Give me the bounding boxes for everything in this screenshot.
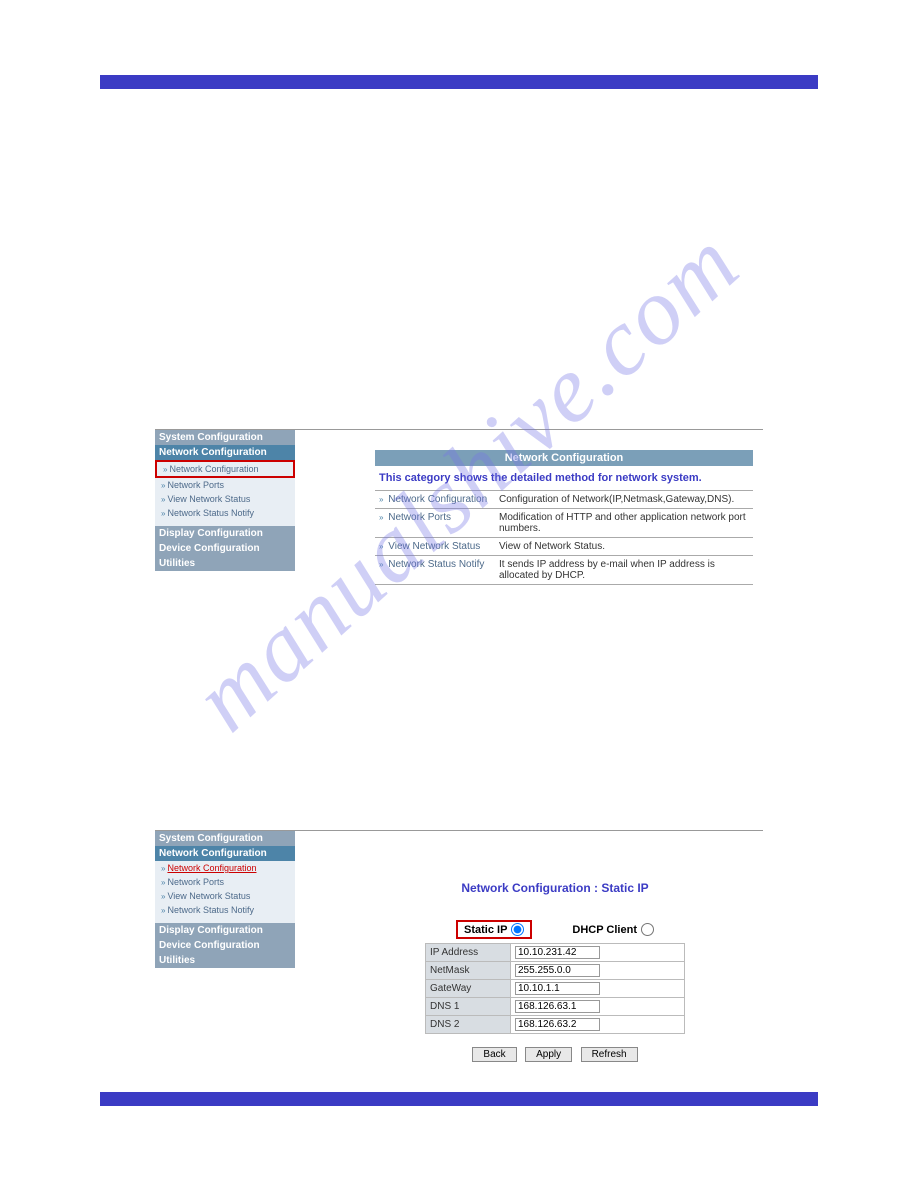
- screenshot-2: System Configuration Network Configurati…: [155, 830, 763, 1072]
- field-label: NetMask: [426, 962, 511, 980]
- sidebar-item-label: Network Status Notify: [167, 905, 254, 915]
- ip-address-input[interactable]: [515, 946, 600, 959]
- static-ip-radio[interactable]: [511, 923, 524, 936]
- sidebar-item-label: Network Configuration: [167, 863, 256, 873]
- field-label: GateWay: [426, 980, 511, 998]
- back-button[interactable]: Back: [472, 1047, 516, 1062]
- radio-static-ip[interactable]: Static IP: [456, 920, 532, 939]
- sidebar-item-label: View Network Status: [167, 891, 250, 901]
- chevron-icon: »: [161, 509, 165, 518]
- table-desc: It sends IP address by e-mail when IP ad…: [495, 556, 753, 585]
- table-row: DNS 1: [426, 998, 685, 1016]
- gateway-input[interactable]: [515, 982, 600, 995]
- table-row: » Network Ports Modification of HTTP and…: [375, 509, 753, 538]
- dhcp-client-radio[interactable]: [641, 923, 654, 936]
- table-link[interactable]: » Network Configuration: [375, 491, 495, 509]
- sidebar-header-device[interactable]: Device Configuration: [155, 938, 295, 953]
- content-subtitle: This category shows the detailed method …: [375, 466, 753, 490]
- sidebar-header-display[interactable]: Display Configuration: [155, 526, 295, 541]
- apply-button[interactable]: Apply: [525, 1047, 572, 1062]
- config-panel: Network Configuration : Static IP Static…: [295, 831, 695, 1072]
- table-row: » Network Configuration Configuration of…: [375, 491, 753, 509]
- chevron-icon: »: [161, 906, 165, 915]
- sidebar-item-label: Network Status Notify: [167, 508, 254, 518]
- sidebar-header-network[interactable]: Network Configuration: [155, 445, 295, 460]
- button-row: Back Apply Refresh: [425, 1044, 685, 1062]
- sidebar-2: System Configuration Network Configurati…: [155, 831, 295, 1072]
- sidebar-item-view-status[interactable]: » View Network Status: [155, 889, 295, 903]
- content-table: » Network Configuration Configuration of…: [375, 490, 753, 585]
- chevron-icon: »: [163, 465, 167, 474]
- sidebar-item-status-notify[interactable]: » Network Status Notify: [155, 903, 295, 917]
- sidebar-header-utilities[interactable]: Utilities: [155, 953, 295, 968]
- content-area-1: Network Configuration This category show…: [295, 430, 763, 600]
- table-row: GateWay: [426, 980, 685, 998]
- chevron-icon: »: [161, 892, 165, 901]
- table-row: NetMask: [426, 962, 685, 980]
- sidebar-1: System Configuration Network Configurati…: [155, 430, 295, 600]
- table-desc: View of Network Status.: [495, 538, 753, 556]
- radio-options: Static IP DHCP Client: [425, 920, 685, 939]
- sidebar-item-network-ports[interactable]: » Network Ports: [155, 875, 295, 889]
- dns2-input[interactable]: [515, 1018, 600, 1031]
- table-desc: Modification of HTTP and other applicati…: [495, 509, 753, 538]
- table-link[interactable]: » View Network Status: [375, 538, 495, 556]
- sidebar-item-label: Network Ports: [167, 480, 224, 490]
- radio-dhcp-client[interactable]: DHCP Client: [572, 923, 654, 936]
- sidebar-item-network-ports[interactable]: » Network Ports: [155, 478, 295, 492]
- sidebar-item-view-status[interactable]: » View Network Status: [155, 492, 295, 506]
- sidebar-header-system[interactable]: System Configuration: [155, 831, 295, 846]
- sidebar-header-utilities[interactable]: Utilities: [155, 556, 295, 571]
- table-row: DNS 2: [426, 1016, 685, 1034]
- table-desc: Configuration of Network(IP,Netmask,Gate…: [495, 491, 753, 509]
- field-label: IP Address: [426, 944, 511, 962]
- radio-label: Static IP: [464, 924, 507, 936]
- sidebar-header-network[interactable]: Network Configuration: [155, 846, 295, 861]
- sidebar-item-status-notify[interactable]: » Network Status Notify: [155, 506, 295, 520]
- sidebar-item-label: Network Configuration: [169, 464, 258, 474]
- config-table: IP Address NetMask GateWay DNS 1 DNS 2: [425, 943, 685, 1034]
- config-title: Network Configuration : Static IP: [425, 881, 685, 895]
- table-row: » View Network Status View of Network St…: [375, 538, 753, 556]
- table-row: » Network Status Notify It sends IP addr…: [375, 556, 753, 585]
- chevron-icon: »: [161, 481, 165, 490]
- sidebar-item-label: Network Ports: [167, 877, 224, 887]
- sidebar-item-network-config[interactable]: » Network Configuration: [155, 861, 295, 875]
- dns1-input[interactable]: [515, 1000, 600, 1013]
- sidebar-item-network-config[interactable]: » Network Configuration: [155, 460, 295, 478]
- netmask-input[interactable]: [515, 964, 600, 977]
- field-label: DNS 2: [426, 1016, 511, 1034]
- field-label: DNS 1: [426, 998, 511, 1016]
- sidebar-header-system[interactable]: System Configuration: [155, 430, 295, 445]
- page-top-bar: [100, 75, 818, 89]
- chevron-icon: »: [161, 495, 165, 504]
- sidebar-header-device[interactable]: Device Configuration: [155, 541, 295, 556]
- content-title: Network Configuration: [375, 450, 753, 466]
- chevron-icon: »: [161, 864, 165, 873]
- table-link[interactable]: » Network Status Notify: [375, 556, 495, 585]
- sidebar-item-label: View Network Status: [167, 494, 250, 504]
- page-bottom-bar: [100, 1092, 818, 1106]
- radio-label: DHCP Client: [572, 924, 637, 936]
- table-link[interactable]: » Network Ports: [375, 509, 495, 538]
- sidebar-header-display[interactable]: Display Configuration: [155, 923, 295, 938]
- refresh-button[interactable]: Refresh: [581, 1047, 638, 1062]
- chevron-icon: »: [161, 878, 165, 887]
- table-row: IP Address: [426, 944, 685, 962]
- screenshot-1: System Configuration Network Configurati…: [155, 429, 763, 600]
